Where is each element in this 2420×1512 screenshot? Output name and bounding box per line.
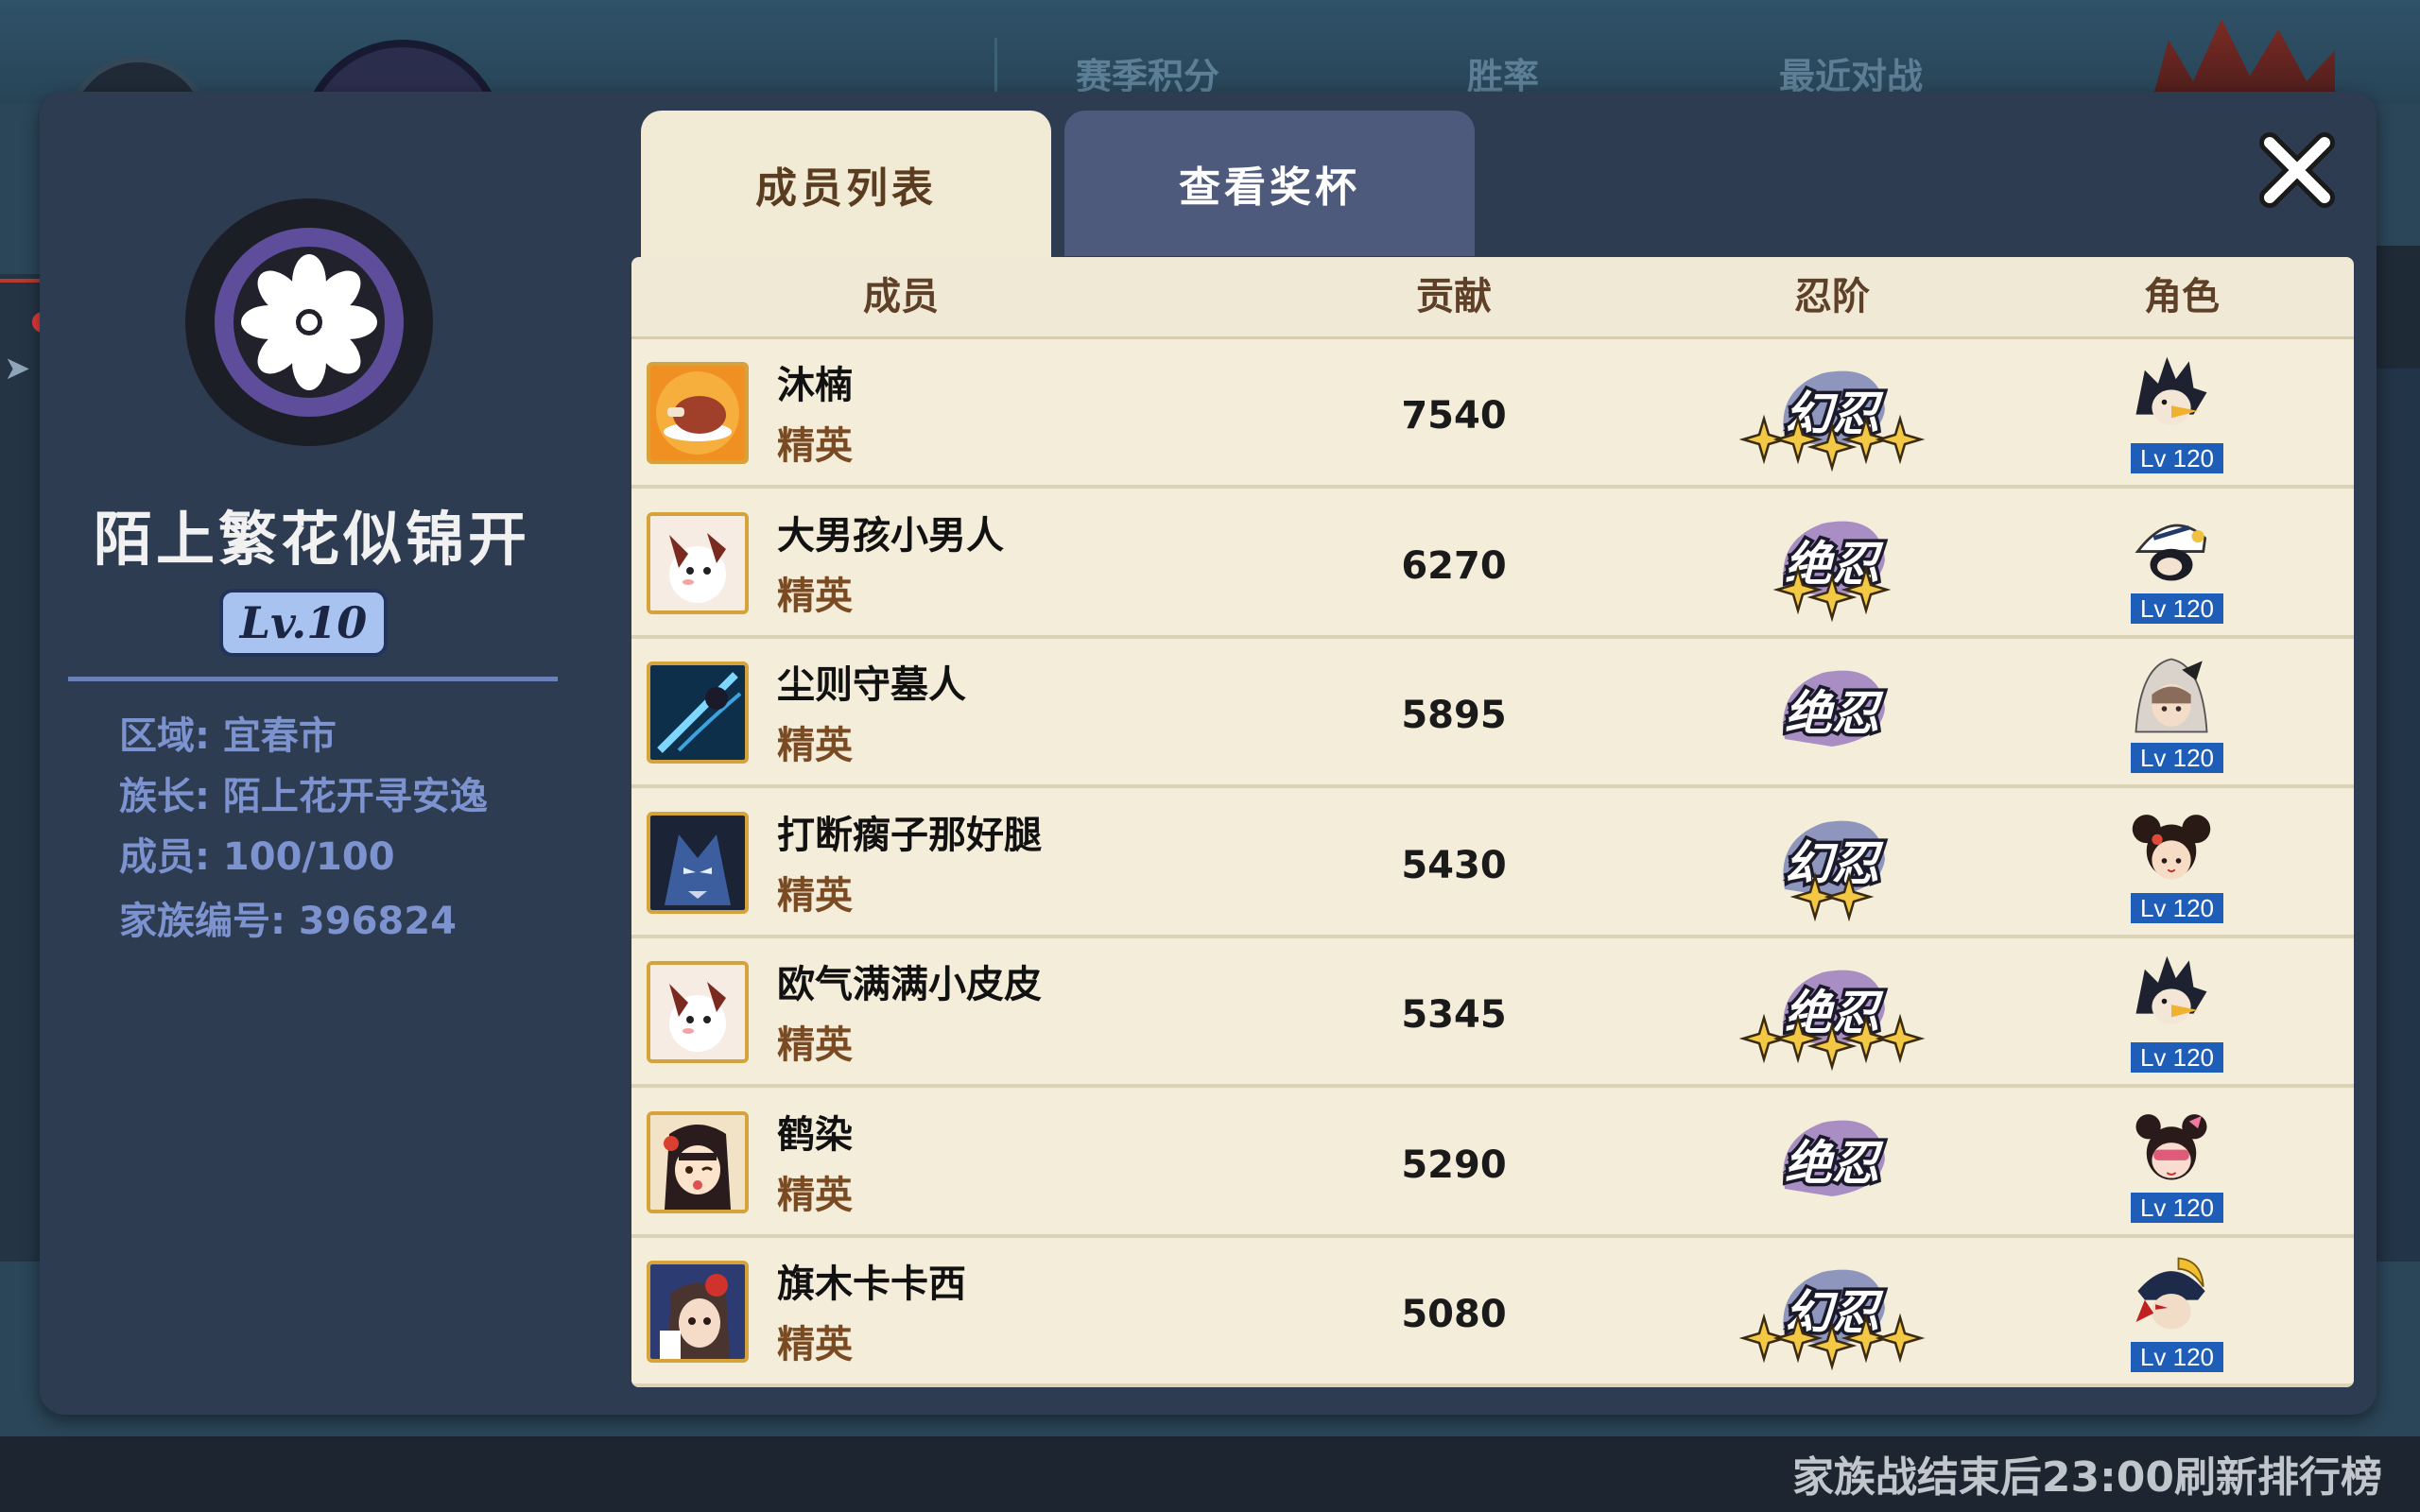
- table-row[interactable]: 大男孩小男人 精英 6270 绝忍 Lv 120: [631, 489, 2354, 639]
- close-button[interactable]: [2250, 123, 2344, 217]
- member-name: 沐楠: [777, 364, 853, 407]
- family-level-badge: Lv.10: [219, 589, 388, 657]
- member-contribution: 6270: [1401, 543, 1507, 588]
- rank-badge-icon: 绝忍: [1719, 503, 1945, 626]
- column-header-rank: 忍阶: [1794, 275, 1870, 318]
- rank-label: 绝忍: [1785, 686, 1884, 741]
- member-contribution: 5895: [1401, 694, 1507, 737]
- character-level-badge: Lv 120: [2129, 741, 2225, 775]
- column-header-member: 成员: [863, 275, 939, 318]
- blue-slash-avatar[interactable]: [647, 662, 749, 764]
- member-name: 打断瘸子那好腿: [777, 813, 1042, 857]
- column-header-contribution: 贡献: [1416, 275, 1492, 318]
- member-name: 旗木卡卡西: [777, 1263, 966, 1306]
- member-role: 精英: [777, 1023, 853, 1067]
- table-row[interactable]: 旗木卡卡西精英 5080 幻忍 Lv 120: [631, 1238, 2354, 1387]
- character-level-badge: Lv 120: [2129, 1190, 2225, 1225]
- member-role: 精英: [777, 724, 853, 767]
- gold-helmet-ninja-portrait[interactable]: [2127, 1251, 2216, 1336]
- character-level-badge: Lv 120: [2129, 591, 2225, 626]
- cat-avatar[interactable]: [647, 511, 749, 614]
- girl-avatar[interactable]: [647, 1110, 749, 1213]
- member-contribution: 7540: [1401, 394, 1507, 438]
- red-flower-girl-avatar[interactable]: [647, 1261, 749, 1363]
- background-divider: [994, 38, 997, 94]
- rank-badge-icon: 幻忍: [1719, 1251, 1945, 1374]
- family-emblem: [185, 198, 433, 446]
- hooded-girl-portrait[interactable]: [2127, 652, 2216, 737]
- member-name: 欧气满满小皮皮: [777, 963, 1042, 1006]
- tab-view-trophies[interactable]: 查看奖杯: [1064, 111, 1475, 256]
- crow-ninja-portrait[interactable]: [2127, 952, 2216, 1037]
- column-header-character: 角色: [2144, 275, 2220, 318]
- meat-avatar[interactable]: [647, 362, 749, 464]
- family-name: 陌上繁花似锦开: [93, 505, 530, 574]
- member-contribution: 5290: [1401, 1143, 1507, 1187]
- table-row[interactable]: 欧气满满小皮皮 精英 5345 绝忍 Lv 120: [631, 938, 2354, 1088]
- background-right-strip: [2373, 246, 2420, 378]
- member-name: 鹤染: [777, 1112, 853, 1157]
- member-role: 精英: [777, 1173, 853, 1217]
- member-role: 精英: [777, 1323, 853, 1366]
- member-role: 精英: [777, 424, 853, 468]
- blue-demon-avatar[interactable]: [647, 811, 749, 914]
- character-level-badge: Lv 120: [2129, 1340, 2225, 1374]
- table-row[interactable]: 沐楠精英 7540 幻忍 Lv 120: [631, 339, 2354, 489]
- background-right-strip: [2373, 369, 2420, 1266]
- white-cap-ninja-portrait[interactable]: [2127, 503, 2216, 588]
- rank-badge-icon: 绝忍: [1719, 652, 1945, 775]
- member-contribution: 5080: [1401, 1293, 1507, 1336]
- arrow-right-icon: ➤: [4, 350, 31, 387]
- table-row[interactable]: 尘则守墓人精英 5895 绝忍 Lv 120: [631, 639, 2354, 788]
- flower-icon: [241, 254, 377, 390]
- family-leader: 族长: 陌上花开寻安逸: [119, 775, 488, 818]
- rank-badge-icon: 绝忍: [1719, 952, 1945, 1074]
- tab-member-list[interactable]: 成员列表: [641, 111, 1051, 258]
- cat-avatar[interactable]: [647, 961, 749, 1063]
- member-name: 大男孩小男人: [777, 513, 1004, 558]
- family-region: 区域: 宜春市: [119, 714, 337, 758]
- crow-ninja-portrait[interactable]: [2127, 352, 2216, 438]
- member-role: 精英: [777, 873, 853, 918]
- refresh-notice: 家族战结束后23:00刷新排行榜: [1791, 1453, 2382, 1502]
- character-level-badge: Lv 120: [2129, 890, 2225, 925]
- table-row[interactable]: 打断瘸子那好腿 精英 5430 幻忍 Lv 120: [631, 788, 2354, 938]
- member-contribution: 5430: [1401, 843, 1507, 887]
- rank-label: 绝忍: [1785, 1136, 1884, 1191]
- mask-girl-portrait[interactable]: [2127, 1102, 2216, 1187]
- member-contribution: 5345: [1401, 993, 1507, 1037]
- divider: [68, 677, 558, 681]
- character-level-badge: Lv 120: [2129, 441, 2225, 475]
- member-name: 尘则守墓人: [777, 663, 966, 707]
- rank-label: 幻忍: [1785, 836, 1884, 891]
- member-role: 精英: [777, 574, 853, 618]
- member-table: 成员 贡献 忍阶 角色 沐楠精英 7540 幻忍 Lv 120 大男孩小男人 精英 6270…: [631, 257, 2354, 1387]
- rank-badge-icon: 幻忍: [1719, 352, 1945, 475]
- family-id: 家族编号: 396824: [119, 900, 457, 943]
- rank-badge-icon: 绝忍: [1719, 1102, 1945, 1225]
- family-member-count: 成员: 100/100: [119, 835, 395, 879]
- table-row[interactable]: 鹤染精英 5290 绝忍 Lv 120: [631, 1088, 2354, 1238]
- close-icon: [2259, 132, 2335, 208]
- bun-hair-girl-portrait[interactable]: [2127, 802, 2216, 887]
- rank-badge-icon: 幻忍: [1719, 802, 1945, 925]
- character-level-badge: Lv 120: [2129, 1040, 2225, 1074]
